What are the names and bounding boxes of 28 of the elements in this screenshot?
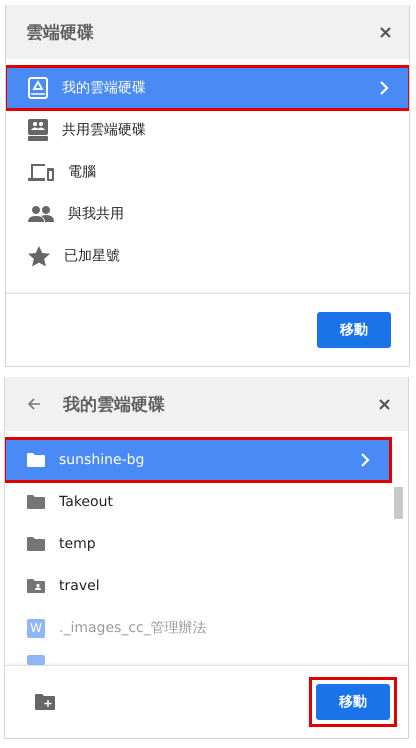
list-item[interactable]: 共用雲端硬碟 xyxy=(6,109,409,151)
chevron-icon xyxy=(379,80,389,96)
shared-drive-icon xyxy=(28,119,48,141)
list-item[interactable]: travel xyxy=(5,565,390,607)
list-item[interactable]: Takeout xyxy=(5,481,390,523)
move-button[interactable]: 移動 xyxy=(316,684,390,720)
computer-icon xyxy=(28,163,54,181)
dialog-title: 我的雲端硬碟 xyxy=(63,394,166,416)
dialog-title: 雲端硬碟 xyxy=(26,22,95,44)
folder-icon xyxy=(27,537,45,551)
document-icon: W xyxy=(27,618,45,638)
list-item[interactable]: temp xyxy=(5,523,390,565)
scrollbar-thumb[interactable] xyxy=(394,487,403,519)
list-item[interactable]: 已加星號 xyxy=(6,235,409,277)
people-icon xyxy=(28,206,54,222)
star-icon xyxy=(28,246,50,266)
list-item[interactable]: 與我共用 xyxy=(6,193,409,235)
chevron-icon xyxy=(360,452,370,468)
drive-icon xyxy=(28,77,48,99)
close-button[interactable] xyxy=(378,24,393,40)
folder-icon xyxy=(27,495,45,509)
list-item[interactable]: 電腦 xyxy=(6,151,409,193)
document-icon xyxy=(27,655,45,665)
folder-icon xyxy=(27,453,45,467)
move-button[interactable]: 移動 xyxy=(317,312,391,348)
close-button[interactable] xyxy=(377,396,392,412)
new-folder-button[interactable] xyxy=(33,692,57,712)
shared-folder-icon xyxy=(27,579,45,593)
